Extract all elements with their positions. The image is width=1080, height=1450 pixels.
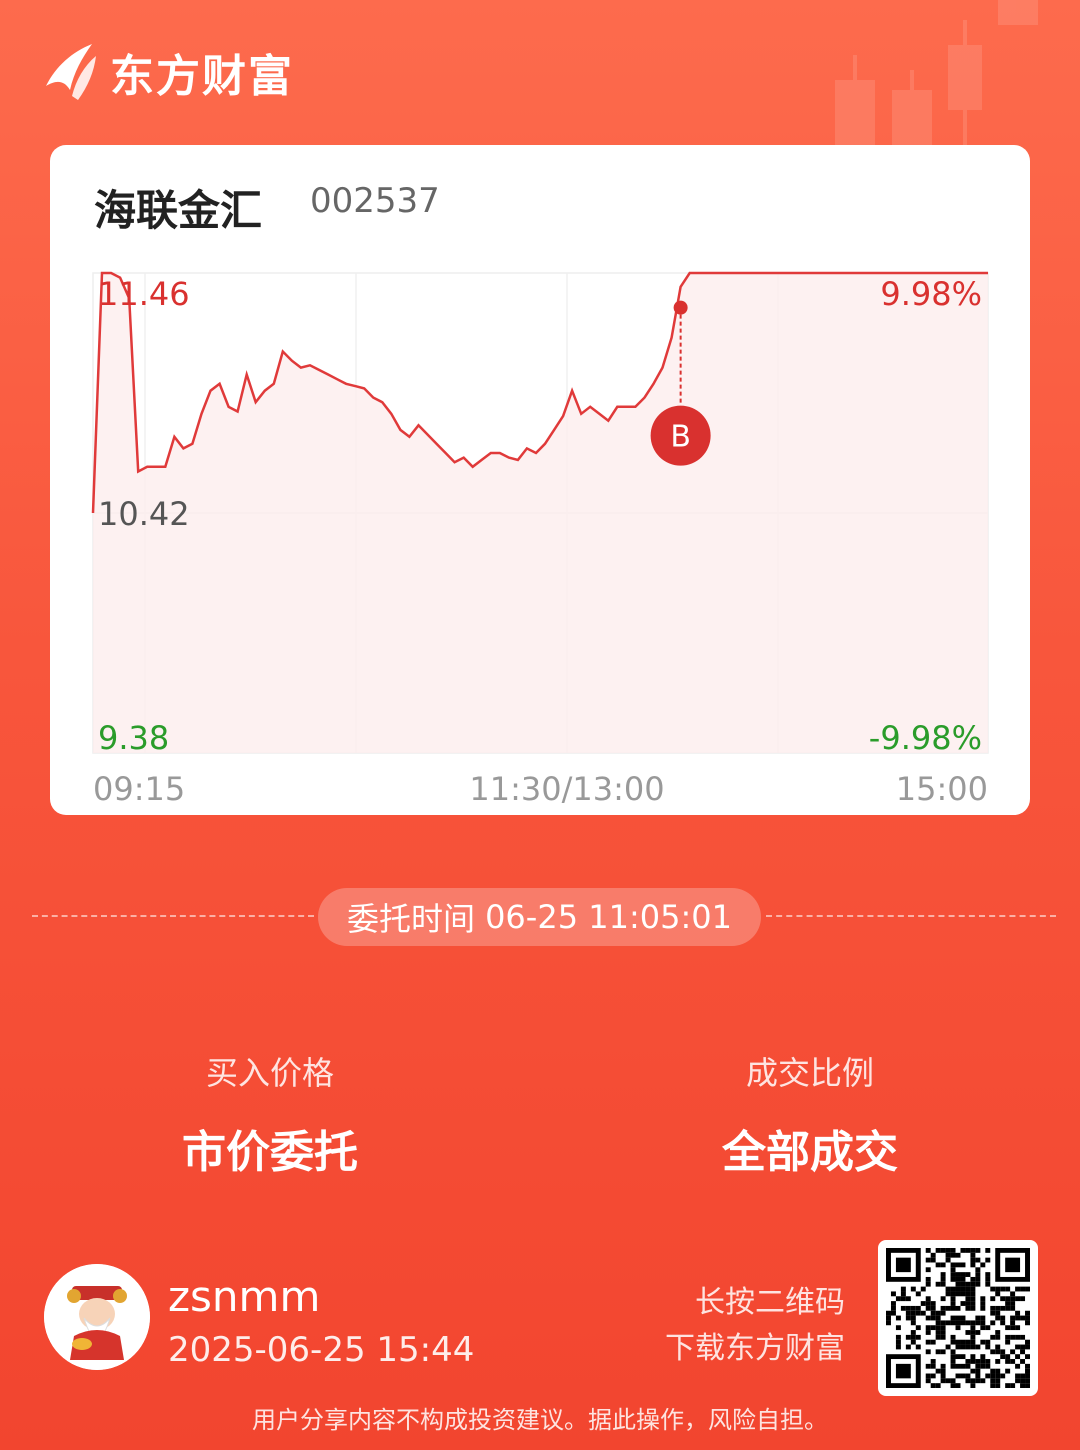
order-time-label: 委托时间 [347,900,476,938]
x-tick-close: 15:00 [896,770,988,808]
brand-header: 东方财富 [42,40,294,104]
fill-ratio-block: 成交比例 全部成交 [610,1048,1010,1180]
buy-price-block: 买入价格 市价委托 [70,1048,470,1180]
eastmoney-logo-icon [46,44,96,100]
y-right-tick-bottom: -9.98% [869,719,982,757]
divider-left [32,915,314,917]
fill-ratio-label: 成交比例 [745,1054,874,1092]
buy-price-value: 市价委托 [182,1127,358,1178]
qr-hint-line1: 长按二维码 [695,1285,845,1320]
username: zsnmm [168,1272,321,1321]
price-area-fill [93,273,988,753]
divider-right [766,915,1056,917]
stock-card[interactable]: 海联金汇 002537 B 11.46 10.42 9.38 9.98% -9.… [50,145,1030,815]
fortune-god-avatar-icon [44,1264,150,1370]
avatar[interactable] [44,1264,150,1370]
qr-code-icon [886,1248,1030,1388]
y-tick-top: 11.46 [98,275,190,313]
decorative-candles-icon [835,0,1038,150]
y-right-tick-top: 9.98% [880,275,982,313]
qr-code[interactable] [878,1240,1038,1396]
order-time-value: 06-25 11:05:01 [485,898,732,936]
buy-marker-dot [673,300,688,315]
qr-hint: 长按二维码 下载东方财富 [665,1280,845,1372]
x-tick-midday: 11:30/13:00 [469,770,664,808]
qr-hint-line2: 下载东方财富 [665,1331,845,1366]
buy-marker-label: B [670,420,691,455]
share-time: 2025-06-25 15:44 [168,1330,475,1370]
order-time-pill: 委托时间 06-25 11:05:01 [318,888,761,946]
y-tick-bottom: 9.38 [98,719,169,757]
intraday-chart: B 11.46 10.42 9.38 9.98% -9.98% 09:15 11… [91,271,989,808]
fill-ratio-value: 全部成交 [722,1127,898,1178]
x-tick-open: 09:15 [93,770,185,808]
disclaimer: 用户分享内容不构成投资建议。据此操作，风险自担。 [252,1406,828,1434]
y-tick-mid: 10.42 [98,495,190,533]
buy-price-label: 买入价格 [205,1054,334,1092]
brand-name: 东方财富 [110,51,294,102]
